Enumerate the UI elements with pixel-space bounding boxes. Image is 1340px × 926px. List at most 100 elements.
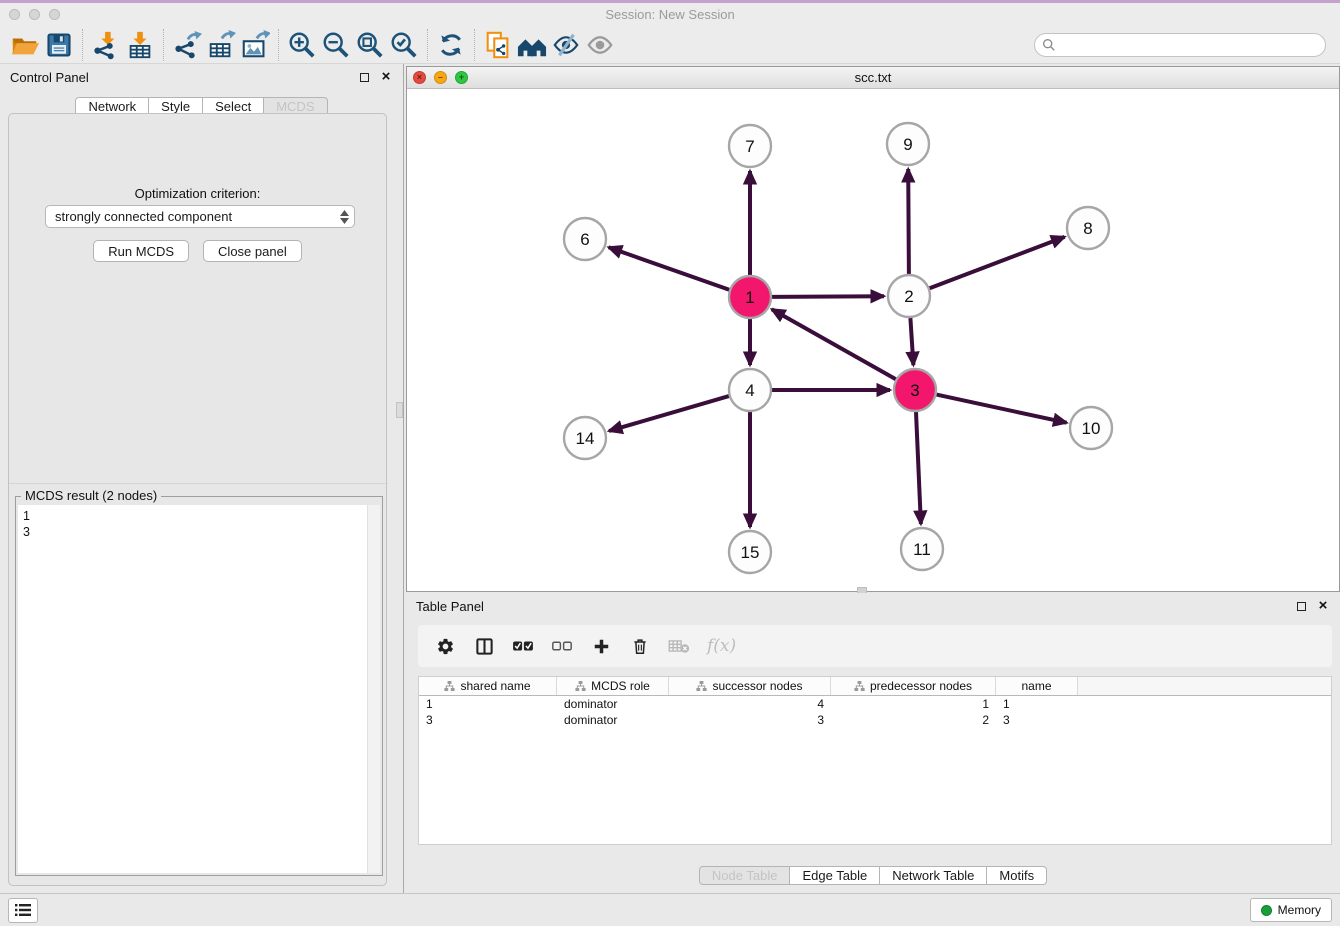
zoom-fit-icon[interactable]: [353, 29, 387, 61]
select-all-checkboxes-icon[interactable]: [512, 635, 534, 657]
houses-icon[interactable]: [515, 29, 549, 61]
optimization-criterion-value: strongly connected component: [55, 209, 232, 224]
graph-node-label: 9: [903, 135, 912, 154]
graph-node-15[interactable]: 15: [729, 531, 771, 573]
task-history-button[interactable]: [8, 898, 38, 923]
export-network-icon[interactable]: [170, 29, 204, 61]
shared-column-icon: [444, 681, 455, 691]
graph-edge-2-3[interactable]: [910, 318, 913, 365]
graph-node-14[interactable]: 14: [564, 417, 606, 459]
mcds-result-textarea[interactable]: 1 3: [18, 505, 380, 873]
close-panel-button[interactable]: Close panel: [203, 240, 302, 262]
float-panel-icon[interactable]: [357, 70, 371, 84]
network-canvas[interactable]: 7 9 6 8 1 2 4 3 14 10 15 11: [407, 89, 1339, 591]
panel-splitter-handle[interactable]: [396, 402, 403, 418]
import-table-icon[interactable]: [123, 29, 157, 61]
table-panel: Table Panel × f(x) shared nameMCDS roles…: [406, 593, 1340, 893]
deselect-all-checkboxes-icon[interactable]: [551, 635, 573, 657]
eye-slash-icon[interactable]: [549, 29, 583, 61]
table-cell[interactable]: 3: [419, 712, 557, 728]
graph-edge-3-11[interactable]: [916, 412, 921, 524]
save-floppy-icon[interactable]: [42, 29, 76, 61]
zoom-out-icon[interactable]: [319, 29, 353, 61]
graph-node-11[interactable]: 11: [901, 528, 943, 570]
table-cell[interactable]: 1: [419, 696, 557, 712]
column-header-successor-nodes[interactable]: successor nodes: [669, 677, 831, 695]
search-input[interactable]: [1034, 33, 1326, 57]
graph-node-1[interactable]: 1: [729, 276, 771, 318]
shared-column-icon: [854, 681, 865, 691]
mcds-result-title: MCDS result (2 nodes): [21, 488, 161, 503]
graph-edge-3-10[interactable]: [937, 395, 1067, 423]
graph-node-label: 3: [910, 381, 919, 400]
zoom-selected-icon[interactable]: [387, 29, 421, 61]
graph-edge-1-2[interactable]: [772, 296, 884, 297]
table-tab-edge-table[interactable]: Edge Table: [790, 866, 880, 885]
network-canvas-svg: 7 9 6 8 1 2 4 3 14 10 15 11: [407, 89, 1339, 591]
node-table[interactable]: shared nameMCDS rolesuccessor nodesprede…: [418, 676, 1332, 845]
mcds-tab-content: Optimization criterion: strongly connect…: [8, 113, 387, 886]
shared-column-icon: [575, 681, 586, 691]
column-header-MCDS-role[interactable]: MCDS role: [557, 677, 669, 695]
table-cell[interactable]: 4: [669, 696, 831, 712]
run-mcds-button[interactable]: Run MCDS: [93, 240, 189, 262]
graph-node-10[interactable]: 10: [1070, 407, 1112, 449]
eye-gray-icon[interactable]: [583, 29, 617, 61]
toolbar-separator: [278, 29, 279, 61]
import-network-icon[interactable]: [89, 29, 123, 61]
table-cell[interactable]: 3: [669, 712, 831, 728]
graph-node-9[interactable]: 9: [887, 123, 929, 165]
graph-edge-3-1[interactable]: [772, 309, 896, 379]
export-image-icon[interactable]: [238, 29, 272, 61]
graph-edge-1-6[interactable]: [609, 247, 730, 289]
graph-node-4[interactable]: 4: [729, 369, 771, 411]
table-row[interactable]: 1dominator411: [419, 696, 1331, 712]
node-table-header: shared nameMCDS rolesuccessor nodesprede…: [419, 677, 1331, 696]
column-header-name[interactable]: name: [996, 677, 1078, 695]
gear-icon[interactable]: [434, 635, 456, 657]
table-cell[interactable]: dominator: [557, 696, 669, 712]
table-cell[interactable]: dominator: [557, 712, 669, 728]
column-header-shared-name[interactable]: shared name: [419, 677, 557, 695]
graph-edge-2-8[interactable]: [930, 237, 1065, 288]
export-table-icon[interactable]: [204, 29, 238, 61]
graph-node-label: 2: [904, 287, 913, 306]
split-columns-icon[interactable]: [473, 635, 495, 657]
table-tab-node-table[interactable]: Node Table: [699, 866, 791, 885]
close-table-panel-icon[interactable]: ×: [1316, 599, 1330, 613]
graph-node-label: 8: [1083, 219, 1092, 238]
graph-edge-4-14[interactable]: [609, 396, 729, 431]
memory-button[interactable]: Memory: [1250, 898, 1332, 922]
delete-column-icon[interactable]: [629, 635, 651, 657]
graph-node-2[interactable]: 2: [888, 275, 930, 317]
table-tab-motifs[interactable]: Motifs: [987, 866, 1047, 885]
graph-node-label: 11: [913, 540, 931, 559]
table-toolbar: f(x): [418, 625, 1332, 667]
table-tab-network-table[interactable]: Network Table: [880, 866, 987, 885]
copy-network-doc-icon[interactable]: [481, 29, 515, 61]
table-cell[interactable]: 2: [831, 712, 996, 728]
window-titlebar: Session: New Session: [0, 3, 1340, 26]
network-view-frame: × – + scc.txt 7 9 6 8 1 2 4 3 14 10 15 11: [406, 66, 1340, 592]
graph-node-8[interactable]: 8: [1067, 207, 1109, 249]
refresh-icon[interactable]: [434, 29, 468, 61]
zoom-in-icon[interactable]: [285, 29, 319, 61]
graph-node-3[interactable]: 3: [894, 369, 936, 411]
column-header-predecessor-nodes[interactable]: predecessor nodes: [831, 677, 996, 695]
table-cell[interactable]: 1: [996, 696, 1078, 712]
table-row[interactable]: 3dominator323: [419, 712, 1331, 728]
network-frame-titlebar[interactable]: × – + scc.txt: [407, 67, 1339, 89]
graph-node-7[interactable]: 7: [729, 125, 771, 167]
optimization-criterion-select[interactable]: strongly connected component: [45, 205, 355, 228]
close-panel-icon[interactable]: ×: [379, 70, 393, 84]
table-cell[interactable]: 1: [831, 696, 996, 712]
float-table-panel-icon[interactable]: [1294, 599, 1308, 613]
table-cell[interactable]: 3: [996, 712, 1078, 728]
graph-edge-2-9[interactable]: [908, 169, 909, 274]
result-scrollbar[interactable]: [367, 505, 380, 873]
delete-table-icon: [668, 635, 690, 657]
add-column-icon[interactable]: [590, 635, 612, 657]
graph-node-6[interactable]: 6: [564, 218, 606, 260]
open-folder-icon[interactable]: [8, 29, 42, 61]
toolbar-search: [1034, 33, 1326, 57]
